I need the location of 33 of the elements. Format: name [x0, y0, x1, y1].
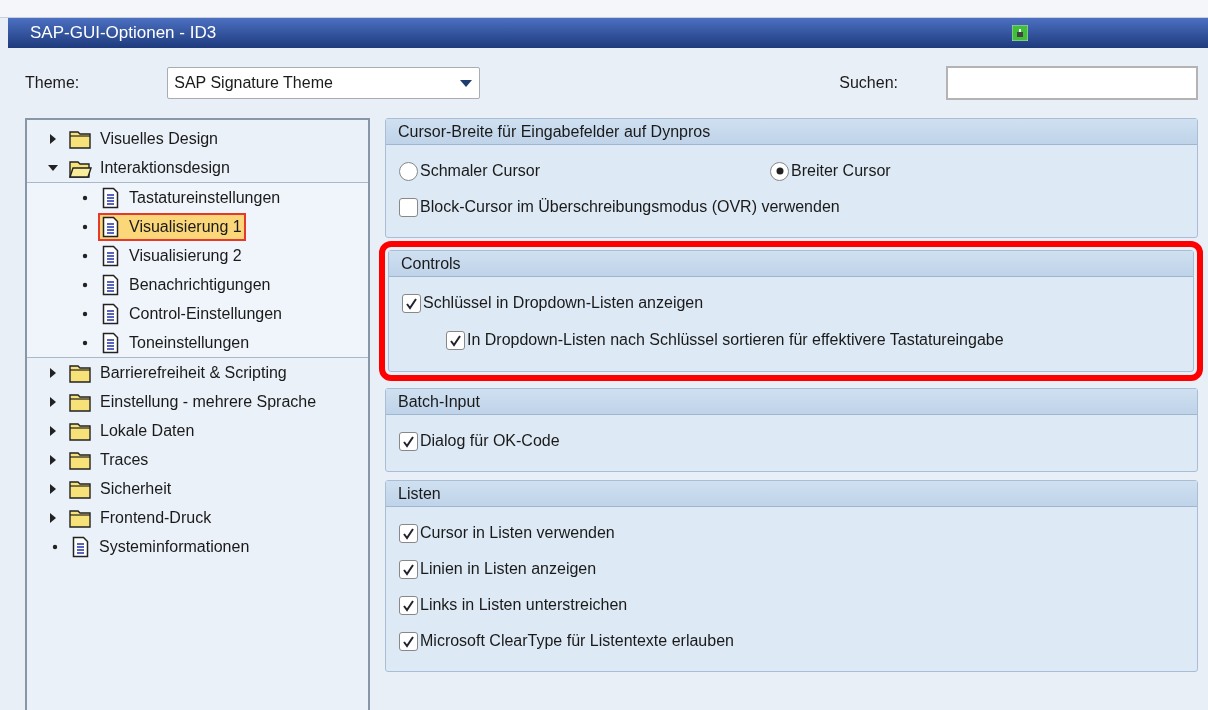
option-label: Schlüssel in Dropdown-Listen anzeigen	[423, 293, 704, 313]
option-label: Block-Cursor im Überschreibungsmodus (OVR) verwenden	[420, 197, 840, 217]
tree-item-label: Einstellung - mehrere Sprache	[100, 391, 317, 412]
group-title: Batch-Input	[398, 393, 480, 410]
tree-item[interactable]: Systeminformationen	[99, 534, 250, 559]
selected-tree-item[interactable]: Visualisierung 1	[100, 214, 244, 239]
option-label: Dialog für OK-Code	[420, 431, 560, 451]
tree-item-label: Lokale Daten	[100, 420, 195, 441]
group-title: Cursor-Breite für Eingabefelder auf Dynpros	[398, 123, 711, 140]
tree-item-label: Barrierefreiheit & Scripting	[100, 362, 287, 383]
tree-item-label: Visuelles Design	[100, 128, 218, 149]
tree-item[interactable]: Tastatureinstellungen	[129, 185, 281, 210]
option-label: Linien in Listen anzeigen	[420, 559, 597, 579]
tree-item[interactable]: Benachrichtigungen	[129, 272, 271, 297]
search-label: Suchen:	[839, 73, 898, 93]
tree-item-label: Sicherheit	[100, 478, 172, 499]
option-label: Schmaler Cursor	[420, 161, 541, 181]
option-label: Cursor in Listen verwenden	[420, 523, 615, 543]
tree-item[interactable]: Visualisierung 2	[129, 243, 242, 268]
option-label: Breiter Cursor	[791, 161, 891, 181]
option-label: Links in Listen unterstreichen	[420, 595, 628, 615]
tree-item[interactable]: Toneinstellungen	[129, 330, 250, 355]
group-title: Controls	[401, 255, 461, 272]
theme-label: Theme:	[25, 73, 80, 93]
tree-item-label: Traces	[100, 449, 149, 470]
option-label: Microsoft ClearType für Listentexte erlauben	[420, 631, 734, 651]
option-label: In Dropdown-Listen nach Schlüssel sortieren für effektivere Tastatureingabe	[467, 330, 1004, 350]
window-title: SAP-GUI-Optionen - ID3	[30, 22, 217, 45]
tree-item[interactable]: Control-Einstellungen	[129, 301, 282, 326]
group-title: Listen	[398, 485, 441, 502]
tree-item-label: Interaktionsdesign	[100, 157, 230, 178]
tree-item-label: Frontend-Druck	[100, 507, 212, 528]
theme-dropdown[interactable]: SAP Signature Theme	[167, 67, 481, 99]
